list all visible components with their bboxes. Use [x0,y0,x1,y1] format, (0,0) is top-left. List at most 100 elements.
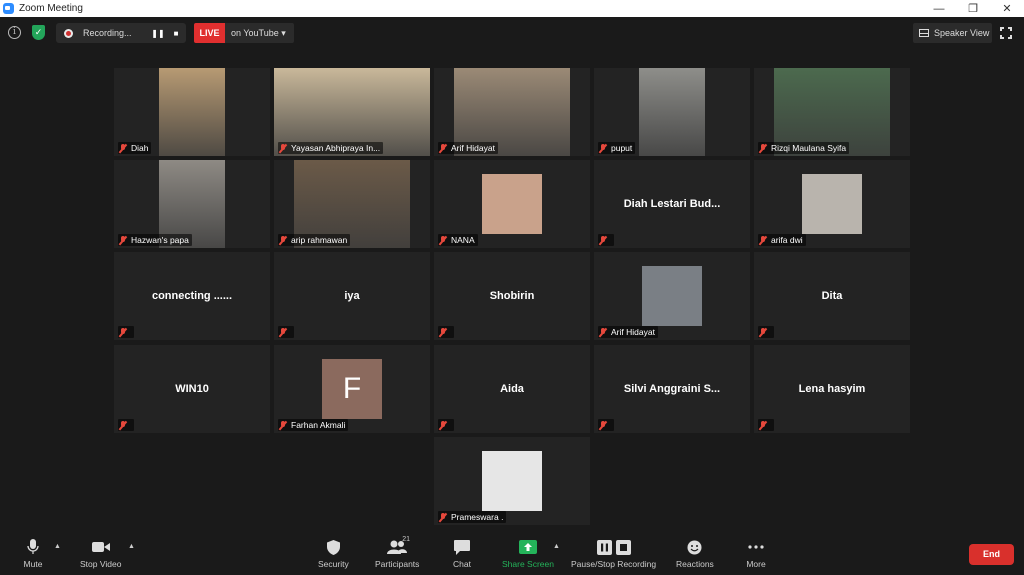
participants-icon: 21 [386,536,410,556]
more-dots-icon [745,538,767,556]
participant-tile[interactable]: NANA [434,160,590,248]
speaker-view-label: Speaker View [934,28,990,38]
participant-name-bar: Farhan Akmali [278,419,349,431]
muted-mic-icon [279,327,287,337]
pause-stop-recording-button[interactable]: Pause/Stop Recording [571,538,656,572]
participant-profile-picture [802,174,862,234]
muted-mic-icon [119,143,127,153]
live-destination[interactable]: on YouTube ▾ [225,23,294,43]
fullscreen-icon[interactable] [999,26,1013,40]
participant-tile[interactable]: Hazwan's papa [114,160,270,248]
audio-options-chevron-icon[interactable]: ▲ [54,543,61,550]
close-button[interactable]: ✕ [990,0,1024,17]
participant-display-name: iya [344,290,360,302]
participant-name-bar: Rizqi Maulana Syifa [758,142,850,154]
participant-name-bar [598,419,614,431]
gallery-view: Diah Yayasan Abhipraya In... Arif Hidayat p… [0,49,1024,536]
participants-button[interactable]: 21 Participants [375,536,420,572]
meeting-info-icon[interactable]: i [8,26,21,39]
participant-video [639,68,705,156]
participant-profile-picture [642,266,702,326]
participant-tile[interactable]: Prameswara . [434,437,590,525]
end-meeting-button[interactable]: End [969,544,1014,565]
participant-name: Prameswara . [451,512,504,522]
restore-button[interactable]: ❐ [956,0,990,17]
participant-name-bar: arip rahmawan [278,234,351,246]
window-title: Zoom Meeting [19,3,83,14]
muted-mic-icon [119,235,127,245]
muted-mic-icon [439,235,447,245]
reactions-label: Reactions [676,559,714,569]
participant-tile[interactable]: F Farhan Akmali [274,345,430,433]
participant-name-bar [438,326,454,338]
live-stream-button[interactable]: LIVE on YouTube ▾ [194,23,294,43]
participant-name: Yayasan Abhipraya In... [291,143,381,153]
mute-button[interactable]: Mute [22,538,44,572]
video-options-chevron-icon[interactable]: ▲ [128,543,135,550]
stop-video-button[interactable]: Stop Video [80,538,121,572]
participant-tile[interactable]: arifa dwi [754,160,910,248]
chat-button[interactable]: Chat [451,538,473,572]
security-button[interactable]: Security [318,538,349,572]
more-button[interactable]: More [745,538,767,572]
participant-name: Diah [131,143,149,153]
pause-recording-button[interactable]: ❚❚ [149,29,167,38]
muted-mic-icon [279,235,287,245]
smiley-icon [684,538,706,556]
muted-mic-icon [279,420,287,430]
participant-display-name: Dita [821,290,843,302]
participant-name-bar: puput [598,142,636,154]
participant-tile[interactable]: Arif Hidayat [594,252,750,340]
participant-tile[interactable]: Lena hasyim [754,345,910,433]
participant-tile[interactable]: Diah [114,68,270,156]
meeting-top-toolbar: i ✓ Recording... ❚❚ ■ LIVE on YouTube ▾ … [0,17,1024,49]
encryption-shield-icon[interactable]: ✓ [32,25,45,40]
pause-stop-recording-icon [596,538,632,556]
muted-mic-icon [759,420,767,430]
participant-name-bar: Diah [118,142,152,154]
live-badge: LIVE [194,23,225,43]
participant-name: Hazwan's papa [131,235,189,245]
share-screen-button[interactable]: Share Screen [502,538,554,572]
participant-display-name: Lena hasyim [798,383,866,395]
participant-name: Arif Hidayat [611,327,655,337]
minimize-button[interactable]: — [922,0,956,17]
speaker-view-button[interactable]: Speaker View [913,23,992,43]
participant-tile[interactable]: WIN10 [114,345,270,433]
participant-tile[interactable]: Dita [754,252,910,340]
participant-name: puput [611,143,633,153]
participant-tile[interactable]: arip rahmawan [274,160,430,248]
muted-mic-icon [439,420,447,430]
participant-tile[interactable]: Arif Hidayat [434,68,590,156]
participant-display-name: connecting ...... [151,290,233,302]
participant-tile[interactable]: Silvi Anggraini S... [594,345,750,433]
participant-tile[interactable]: Yayasan Abhipraya In... [274,68,430,156]
muted-mic-icon [599,235,607,245]
title-bar: Zoom Meeting — ❐ ✕ [0,0,1024,17]
participant-tile[interactable]: iya [274,252,430,340]
participant-tile[interactable]: Aida [434,345,590,433]
muted-mic-icon [439,327,447,337]
muted-mic-icon [599,420,607,430]
reactions-button[interactable]: Reactions [676,538,714,572]
participant-tile[interactable]: Shobirin [434,252,590,340]
muted-mic-icon [279,143,287,153]
participant-name-bar: Arif Hidayat [438,142,498,154]
participant-name: Arif Hidayat [451,143,495,153]
participant-display-name: WIN10 [175,383,209,395]
participant-name: Farhan Akmali [291,420,346,430]
participants-label: Participants [375,559,420,569]
muted-mic-icon [759,143,767,153]
participant-tile[interactable]: Rizqi Maulana Syifa [754,68,910,156]
participant-tile[interactable]: connecting ...... [114,252,270,340]
participant-tile[interactable]: Diah Lestari Bud... [594,160,750,248]
participant-name-bar [758,326,774,338]
recording-label: Recording... [83,28,132,38]
participant-display-name: Diah Lestari Bud... [623,198,721,210]
participant-video [159,68,225,156]
participant-tile[interactable]: puput [594,68,750,156]
share-options-chevron-icon[interactable]: ▲ [553,543,560,550]
stop-recording-button[interactable]: ■ [167,29,185,38]
muted-mic-icon [119,327,127,337]
stop-video-label: Stop Video [80,559,122,569]
